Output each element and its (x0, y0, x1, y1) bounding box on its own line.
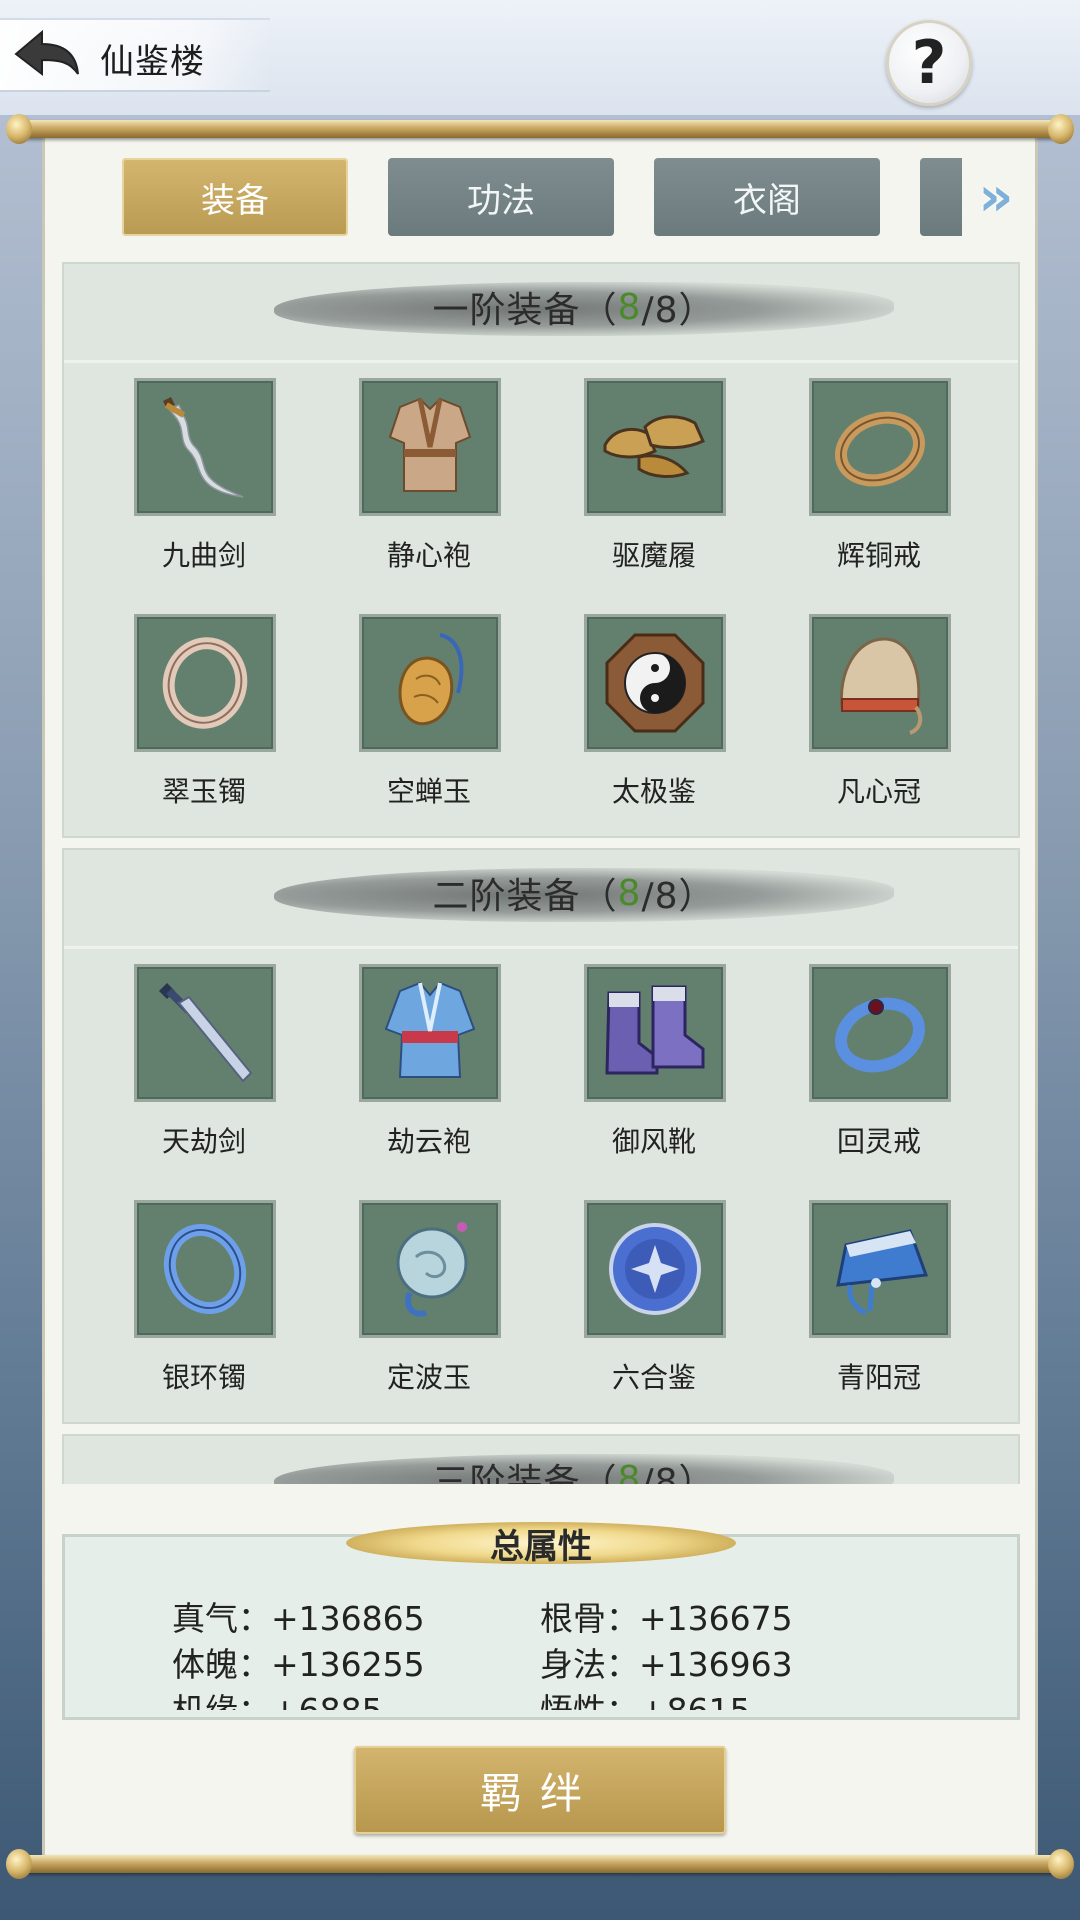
hat-icon (836, 1229, 929, 1316)
tab-partial[interactable] (920, 158, 962, 236)
back-arrow-icon (14, 29, 79, 77)
attribute-gengu: 根骨：+136675 (540, 1592, 793, 1640)
back-button[interactable] (12, 28, 82, 84)
item-name: 银环镯 (161, 1361, 246, 1394)
section-tier-2: 二阶装备（ 8/8） 天劫剑 劫云袍 御风靴 回灵戒 银环镯 定波玉 六合鉴 青… (62, 848, 1020, 1424)
hat-icon (839, 637, 923, 735)
section-tier-1: 一阶装备（ 8/8） 九曲剑 静心袍 驱魔履 辉铜戒 翠玉镯 空蝉玉 太极鉴 凡… (62, 262, 1020, 838)
item-yufeng-boots[interactable]: 御风靴 (534, 964, 734, 1184)
shoes-icon (603, 415, 705, 478)
item-dingbo-jade[interactable]: 定波玉 (309, 1200, 509, 1420)
item-qingyang-crown[interactable]: 青阳冠 (759, 1200, 959, 1420)
item-qumo-shoes[interactable]: 驱魔履 (534, 378, 734, 598)
item-huitong-ring[interactable]: 辉铜戒 (759, 378, 959, 598)
item-jieyun-robe[interactable]: 劫云袍 (309, 964, 509, 1184)
sword-icon (159, 983, 253, 1083)
bond-button[interactable]: 羁绊 (354, 1746, 726, 1834)
section-total: /8） (641, 876, 716, 917)
attribute-label: 体魄： (172, 1645, 271, 1684)
item-cuiyu-bracelet[interactable]: 翠玉镯 (84, 614, 284, 834)
page-title: 仙鉴楼 (100, 42, 205, 82)
item-liuhe-mirror[interactable]: 六合鉴 (534, 1200, 734, 1420)
attribute-value: +6885 (271, 1691, 383, 1710)
robe-icon (388, 397, 472, 492)
boots-icon (605, 985, 705, 1075)
attribute-value: +136865 (271, 1599, 425, 1638)
item-name: 驱魔履 (611, 539, 696, 572)
item-jiuqu-sword[interactable]: 九曲剑 (84, 378, 284, 598)
item-name: 九曲剑 (161, 539, 246, 572)
section-total: /8） (641, 290, 716, 331)
section-total: /8） (641, 1462, 716, 1484)
item-jingxin-robe[interactable]: 静心袍 (309, 378, 509, 598)
attribute-label: 悟性： (540, 1691, 639, 1710)
attributes-header: 总属性 (346, 1512, 736, 1574)
attribute-jiyuan: 机缘：+6885 (172, 1684, 383, 1710)
item-name: 青阳冠 (836, 1361, 921, 1394)
attribute-value: +136675 (639, 1599, 793, 1638)
section-header: 二阶装备（ 8/8） (274, 860, 894, 926)
item-taiji-mirror[interactable]: 太极鉴 (534, 614, 734, 834)
item-name: 劫云袍 (386, 1125, 471, 1158)
section-title: 三阶装备（ (432, 1462, 618, 1484)
section-header: 三阶装备（ 8/8） (274, 1446, 894, 1484)
attribute-label: 真气： (172, 1599, 271, 1638)
attributes-list[interactable]: 真气：+136865 根骨：+136675 体魄：+136255 身法：+136… (150, 1592, 910, 1710)
tab-equipment[interactable]: 装备 (122, 158, 348, 236)
attribute-value: +136963 (639, 1645, 793, 1684)
attribute-value: +8615 (639, 1691, 751, 1710)
attribute-zhenqi: 真气：+136865 (172, 1592, 425, 1640)
section-title: 二阶装备（ (432, 876, 618, 917)
section-header: 一阶装备（ 8/8） (274, 274, 894, 340)
mirror-icon (609, 1223, 701, 1315)
scroll-rod-bottom (6, 1849, 1074, 1879)
attributes-title: 总属性 (490, 1526, 592, 1567)
item-tianjie-sword[interactable]: 天劫剑 (84, 964, 284, 1184)
attribute-label: 机缘： (172, 1691, 271, 1710)
item-name: 空蝉玉 (386, 775, 471, 808)
attribute-tipo: 体魄：+136255 (172, 1638, 425, 1686)
jade-pendant-icon (396, 1222, 468, 1317)
attribute-label: 身法： (540, 1645, 639, 1684)
section-tier-3: 三阶装备（ 8/8） (62, 1434, 1020, 1484)
help-button[interactable]: ? (886, 20, 972, 106)
item-name: 凡心冠 (836, 775, 921, 808)
attribute-value: +136255 (271, 1645, 425, 1684)
item-name: 御风靴 (611, 1125, 696, 1158)
section-count: 8 (617, 872, 642, 914)
item-name: 辉铜戒 (836, 539, 921, 572)
item-name: 太极鉴 (611, 775, 696, 808)
tab-wardrobe[interactable]: 衣阁 (654, 158, 880, 236)
sword-icon (163, 397, 244, 498)
bracelet-icon (163, 1224, 247, 1314)
item-kongchan-jade[interactable]: 空蝉玉 (309, 614, 509, 834)
divider (64, 946, 1018, 949)
item-name: 定波玉 (386, 1361, 471, 1394)
item-name: 回灵戒 (836, 1125, 921, 1158)
attribute-shenfa: 身法：+136963 (540, 1638, 793, 1686)
scroll-rod-top (6, 114, 1074, 144)
taiji-mirror-icon (605, 633, 705, 733)
ring-icon (835, 411, 925, 487)
bracelet-icon (162, 637, 248, 729)
attribute-wuxing: 悟性：+8615 (540, 1684, 751, 1710)
ring-icon (835, 997, 925, 1073)
jade-pendant-icon (398, 633, 464, 726)
robe-icon (384, 981, 476, 1078)
item-name: 翠玉镯 (161, 775, 246, 808)
section-title: 一阶装备（ (432, 290, 618, 331)
item-name: 六合鉴 (611, 1361, 696, 1394)
tabs-next-icon[interactable]: » (966, 168, 1026, 226)
equipment-list[interactable]: 一阶装备（ 8/8） 九曲剑 静心袍 驱魔履 辉铜戒 翠玉镯 空蝉玉 太极鉴 凡… (62, 262, 1020, 1484)
tab-skills[interactable]: 功法 (388, 158, 614, 236)
item-name: 天劫剑 (161, 1125, 246, 1158)
item-name: 静心袍 (386, 539, 471, 572)
item-fanxin-crown[interactable]: 凡心冠 (759, 614, 959, 834)
divider (64, 360, 1018, 363)
item-yinhuan-bracelet[interactable]: 银环镯 (84, 1200, 284, 1420)
item-huiling-ring[interactable]: 回灵戒 (759, 964, 959, 1184)
section-count: 8 (617, 286, 642, 328)
attribute-label: 根骨： (540, 1599, 639, 1638)
section-count: 8 (617, 1458, 642, 1485)
